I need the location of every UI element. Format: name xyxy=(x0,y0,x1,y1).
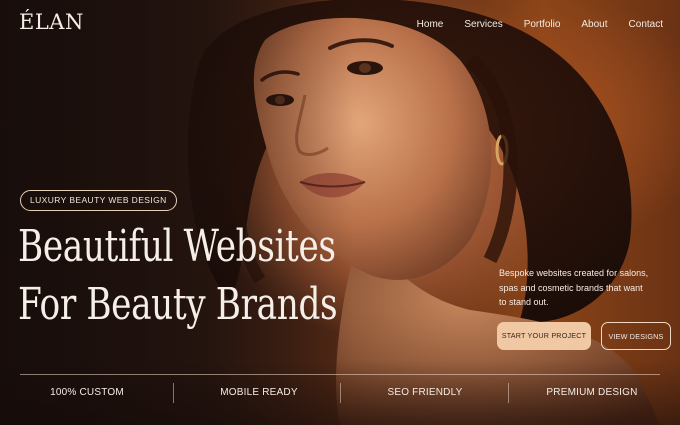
hero-section: ÉLAN Home Services Portfolio About Conta… xyxy=(0,0,680,425)
nav-item-home[interactable]: Home xyxy=(417,19,444,30)
feature-separator xyxy=(173,383,174,403)
main-navigation: Home Services Portfolio About Contact xyxy=(396,19,663,30)
feature-separator xyxy=(340,383,341,403)
features-divider xyxy=(20,374,660,375)
start-project-button[interactable]: START YOUR PROJECT xyxy=(497,322,591,350)
feature-separator xyxy=(508,383,509,403)
feature-item-premium: PREMIUM DESIGN xyxy=(546,387,638,398)
feature-item-seo: SEO FRIENDLY xyxy=(387,387,463,398)
nav-item-services[interactable]: Services xyxy=(464,19,502,30)
feature-item-custom: 100% CUSTOM xyxy=(50,387,124,398)
feature-item-mobile: MOBILE READY xyxy=(220,387,298,398)
brand-logo[interactable]: ÉLAN xyxy=(19,10,84,34)
hero-badge: LUXURY BEAUTY WEB DESIGN xyxy=(20,190,177,211)
nav-item-about[interactable]: About xyxy=(581,19,607,30)
headline-line-1: Beautiful Websites xyxy=(18,221,336,272)
hero-headline: Beautiful Websites For Beauty Brands xyxy=(18,218,338,334)
nav-item-portfolio[interactable]: Portfolio xyxy=(524,19,561,30)
hero-tagline: Bespoke websites created for salons, spa… xyxy=(499,268,649,307)
headline-line-2: For Beauty Brands xyxy=(18,279,338,330)
view-designs-button[interactable]: VIEW DESIGNS xyxy=(601,322,671,350)
nav-item-contact[interactable]: Contact xyxy=(629,19,663,30)
features-bar: 100% CUSTOM MOBILE READY SEO FRIENDLY PR… xyxy=(0,382,680,404)
